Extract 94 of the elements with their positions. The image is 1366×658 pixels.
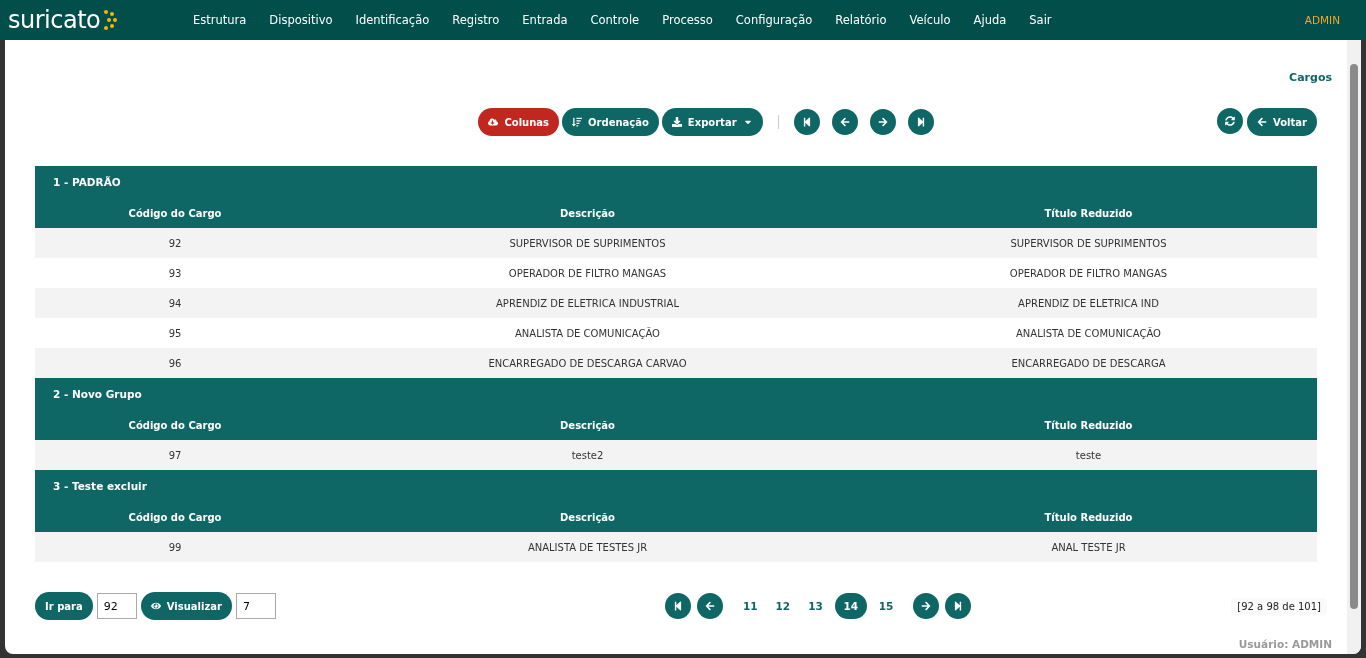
menu-item[interactable]: Processo bbox=[662, 13, 713, 27]
table-cell-text: SUPERVISOR DE SUPRIMENTOS bbox=[1009, 237, 1168, 249]
group-title: 1 - PADRÃO bbox=[35, 166, 1317, 198]
breadcrumb: Cargos bbox=[1289, 71, 1332, 84]
user-label: Usuário: ADMIN bbox=[1238, 638, 1332, 650]
page-button[interactable]: 15 bbox=[872, 593, 900, 619]
menu-item[interactable]: Registro bbox=[452, 13, 500, 27]
arrow-left-icon bbox=[839, 117, 850, 127]
table-cell-text: ANALISTA DE COMUNICAÇÃO bbox=[1015, 327, 1162, 339]
table-cell-text: 94 bbox=[167, 297, 183, 309]
first-page-button[interactable] bbox=[664, 593, 691, 619]
back-button[interactable]: Voltar bbox=[1247, 108, 1317, 136]
arrow-right-icon bbox=[921, 601, 932, 611]
table-row[interactable]: 99 ANALISTA DE TESTES JR ANAL TESTE JR bbox=[35, 532, 1317, 562]
refresh-button[interactable] bbox=[1217, 108, 1244, 134]
page-button[interactable]: 13 bbox=[802, 593, 829, 619]
table-cell-text: 93 bbox=[167, 267, 183, 279]
column-header: Título Reduzido bbox=[1043, 511, 1134, 523]
menu-item[interactable]: Entrada bbox=[522, 13, 568, 27]
table-cell-text: OPERADOR DE FILTRO MANGAS bbox=[507, 267, 668, 279]
column-header: Código do Cargo bbox=[127, 419, 223, 431]
table-cell-text: 99 bbox=[167, 541, 183, 553]
first-page-button[interactable] bbox=[793, 109, 820, 135]
page-button[interactable]: 14 bbox=[834, 593, 867, 619]
arrow-right-icon bbox=[877, 117, 888, 127]
previous-page-button[interactable] bbox=[696, 593, 723, 619]
page-button[interactable]: 12 bbox=[769, 593, 797, 619]
column-header: Título Reduzido bbox=[1043, 207, 1134, 219]
column-header: Descrição bbox=[559, 419, 616, 431]
scrollbar[interactable] bbox=[1347, 40, 1361, 654]
table-cell-text: SUPERVISOR DE SUPRIMENTOS bbox=[508, 237, 667, 249]
menu-item[interactable]: Relatório bbox=[835, 13, 887, 27]
toolbar-button[interactable]: Ordenação bbox=[562, 108, 659, 136]
table-cell-text: 95 bbox=[167, 327, 183, 339]
page-input[interactable]: 92 bbox=[96, 593, 137, 619]
table-cell-text: ANALISTA DE TESTES JR bbox=[526, 541, 649, 553]
table-row[interactable]: 97 teste2 teste bbox=[35, 440, 1317, 470]
view-button[interactable]: Visualizar bbox=[140, 592, 232, 620]
arrow-left-icon bbox=[1257, 117, 1268, 127]
page-button[interactable]: 11 bbox=[736, 593, 764, 619]
table-row[interactable]: 96 ENCARREGADO DE DESCARGA CARVAO ENCARREGADO DE DESCARGA bbox=[35, 348, 1317, 378]
logo-text: suricato bbox=[8, 6, 101, 34]
table-cell-text: ANAL TESTE JR bbox=[1050, 541, 1127, 553]
cloud-download-icon bbox=[488, 117, 499, 127]
user-name: ADMIN bbox=[1304, 14, 1340, 26]
menu-item[interactable]: Estrutura bbox=[193, 13, 247, 27]
group-title: 3 - Teste excluir bbox=[35, 470, 1317, 502]
last-page-button[interactable] bbox=[907, 109, 934, 135]
table-cell-text: teste bbox=[1074, 449, 1103, 461]
eye-icon bbox=[150, 601, 161, 611]
menu-item[interactable]: Configuração bbox=[735, 13, 813, 27]
table-row[interactable]: 94 APRENDIZ DE ELETRICA INDUSTRIAL APRENDIZ DE ELETRICA IND bbox=[35, 288, 1317, 318]
column-header: Título Reduzido bbox=[1043, 419, 1134, 431]
menu-item[interactable]: Veículo bbox=[909, 13, 951, 27]
table-row[interactable]: 92 SUPERVISOR DE SUPRIMENTOS SUPERVISOR DE SUPRIMENTOS bbox=[35, 228, 1317, 258]
table-cell-text: APRENDIZ DE ELETRICA IND bbox=[1017, 297, 1160, 309]
table-cell-text: APRENDIZ DE ELETRICA INDUSTRIAL bbox=[495, 297, 680, 309]
scrollbar-thumb[interactable] bbox=[1350, 64, 1358, 609]
menu-item[interactable]: Sair bbox=[1029, 13, 1052, 27]
download-icon bbox=[671, 117, 682, 127]
refresh-icon bbox=[1225, 116, 1236, 126]
logo-dots-icon bbox=[102, 9, 119, 31]
first-page-icon bbox=[801, 117, 812, 127]
column-header: Descrição bbox=[559, 207, 616, 219]
table-cell-text: OPERADOR DE FILTRO MANGAS bbox=[1008, 267, 1169, 279]
last-page-icon bbox=[953, 601, 964, 611]
column-header: Código do Cargo bbox=[127, 511, 223, 523]
table-cell-text: teste2 bbox=[570, 449, 605, 461]
toolbar-button[interactable]: Colunas bbox=[478, 108, 560, 136]
last-page-button[interactable] bbox=[945, 593, 972, 619]
table-cell-text: ENCARREGADO DE DESCARGA bbox=[1010, 357, 1167, 369]
menu-item[interactable]: Controle bbox=[590, 13, 640, 27]
table-cell-text: ENCARREGADO DE DESCARGA CARVAO bbox=[487, 357, 688, 369]
next-page-button[interactable] bbox=[913, 593, 940, 619]
previous-page-button[interactable] bbox=[831, 109, 858, 135]
menu-item[interactable]: Dispositivo bbox=[269, 13, 333, 27]
last-page-icon bbox=[915, 117, 926, 127]
table-cell-text: 96 bbox=[167, 357, 183, 369]
go-to-button[interactable]: Ir para bbox=[35, 592, 93, 620]
table-cell-text: 92 bbox=[167, 237, 183, 249]
next-page-button[interactable] bbox=[869, 109, 896, 135]
menu-item[interactable]: Ajuda bbox=[973, 13, 1007, 27]
group-title: 2 - Novo Grupo bbox=[35, 378, 1317, 410]
record-range: [92 a 98 de 101] bbox=[1231, 597, 1327, 615]
dropdown-button[interactable]: Exportar bbox=[661, 108, 763, 136]
menu-item[interactable]: Identificação bbox=[355, 13, 430, 27]
sort-icon bbox=[572, 117, 583, 127]
first-page-icon bbox=[672, 601, 683, 611]
table-cell-text: ANALISTA DE COMUNICAÇÃO bbox=[514, 327, 661, 339]
arrow-left-icon bbox=[704, 601, 715, 611]
column-header: Descrição bbox=[559, 511, 616, 523]
table-cell-text: 97 bbox=[167, 449, 183, 461]
page-size-input[interactable]: 7 bbox=[235, 593, 276, 619]
column-header: Código do Cargo bbox=[127, 207, 223, 219]
